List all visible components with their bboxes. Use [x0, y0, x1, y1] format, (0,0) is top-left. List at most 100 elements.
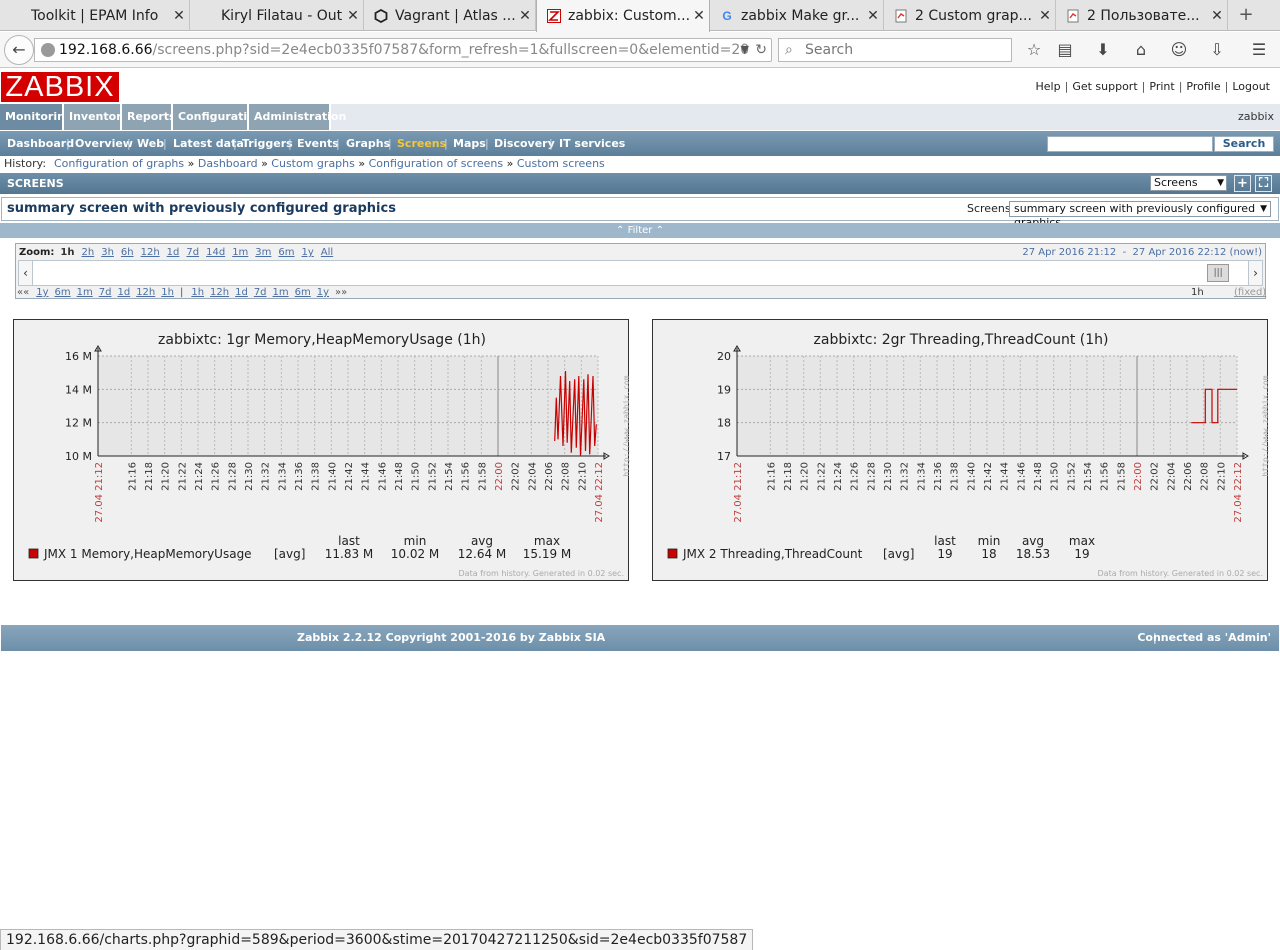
menu-configuration[interactable]: Configuration — [173, 104, 263, 130]
menu-administration[interactable]: Administration — [249, 104, 346, 130]
filter-toggle[interactable]: ⌃ Filter ⌃ — [0, 223, 1280, 238]
close-icon[interactable]: ✕ — [1207, 8, 1227, 24]
browser-tab[interactable]: Toolkit | EPAM Info ✕ — [0, 0, 190, 31]
menu-inventory[interactable]: Inventory — [64, 104, 129, 130]
zoom-option[interactable]: 14d — [206, 247, 225, 258]
submenu-screens[interactable]: Screens — [397, 131, 446, 156]
x-tick-label: 21:46 — [1016, 462, 1027, 491]
history-link[interactable]: Custom graphs — [271, 157, 355, 170]
navigate-forward[interactable]: 1h — [191, 287, 204, 298]
navigate-back[interactable]: 1y — [36, 287, 48, 298]
reading-list-icon[interactable]: ▤ — [1054, 40, 1076, 60]
zoom-option[interactable]: 3m — [255, 247, 271, 258]
browser-tab[interactable]: 2 Пользовате... ✕ — [1056, 0, 1228, 31]
home-icon[interactable]: ⌂ — [1130, 40, 1152, 60]
zoom-option[interactable]: 1d — [167, 247, 180, 258]
browser-tab[interactable]: Kiryl Filatau - Outl... ✕ — [190, 0, 364, 31]
help-link[interactable]: Help — [1036, 80, 1061, 93]
profile-link[interactable]: Profile — [1186, 80, 1220, 93]
navigate-forward[interactable]: 6m — [295, 287, 311, 298]
menu-monitoring[interactable]: Monitoring — [0, 104, 73, 130]
scroll-right-arrow-icon[interactable]: › — [1248, 261, 1262, 285]
history-link[interactable]: Dashboard — [198, 157, 258, 170]
zoom-option[interactable]: All — [321, 247, 333, 258]
fixed-toggle[interactable]: (fixed) — [1234, 287, 1266, 299]
scroll-thumb[interactable]: ||| — [1207, 264, 1230, 282]
navigate-forward[interactable]: 1d — [235, 287, 248, 298]
navigate-back[interactable]: 1h — [161, 287, 174, 298]
copyright: Zabbix 2.2.12 Copyright 2001-2016 by Zab… — [297, 631, 606, 644]
close-icon[interactable]: ✕ — [863, 8, 883, 24]
global-search-input[interactable] — [1047, 136, 1213, 152]
navigate-forward[interactable]: 1y — [317, 287, 329, 298]
zoom-option[interactable]: 3h — [101, 247, 114, 258]
zoom-option[interactable]: 1y — [302, 247, 314, 258]
back-arrow-icon[interactable]: ← — [4, 35, 34, 65]
navigate-back[interactable]: 7d — [99, 287, 112, 298]
fullscreen-icon[interactable]: ⛶ — [1255, 175, 1272, 192]
navigate-end[interactable]: »» — [335, 287, 347, 298]
navigate-forward[interactable]: 7d — [254, 287, 267, 298]
navigate-forward[interactable]: 12h — [210, 287, 229, 298]
print-link[interactable]: Print — [1149, 80, 1174, 93]
zoom-option[interactable]: 6m — [278, 247, 294, 258]
zoom-option[interactable]: 2h — [82, 247, 95, 258]
reload-icon[interactable]: ↻ — [755, 39, 767, 61]
browser-tab[interactable]: G zabbix Make gr... ✕ — [710, 0, 884, 31]
hamburger-menu-icon[interactable]: ☰ — [1248, 40, 1270, 60]
browser-tab[interactable]: 2 Custom grap... ✕ — [884, 0, 1056, 31]
navigate-start[interactable]: «« — [17, 287, 29, 298]
submenu-discovery[interactable]: Discovery — [494, 131, 555, 156]
submenu-dashboard[interactable]: Dashboard — [7, 131, 74, 156]
history-link[interactable]: Configuration of screens — [369, 157, 504, 170]
zoom-option[interactable]: 6h — [121, 247, 134, 258]
graph-panel[interactable]: zabbixtc: 2gr Threading,ThreadCount (1h)… — [652, 319, 1269, 581]
hashicorp-icon — [374, 8, 388, 23]
history-link[interactable]: Custom screens — [517, 157, 605, 170]
history-link[interactable]: Configuration of graphs — [54, 157, 184, 170]
navigate-back[interactable]: 1m — [77, 287, 93, 298]
download-icon[interactable]: ⬇ — [1092, 40, 1114, 60]
get-support-link[interactable]: Get support — [1072, 80, 1137, 93]
timeline-scrollbar[interactable]: ‹ ||| › — [18, 260, 1263, 286]
bookmark-star-icon[interactable]: ☆ — [1023, 40, 1045, 60]
zoom-option[interactable]: 7d — [186, 247, 199, 258]
x-tick-label: 21:18 — [783, 462, 794, 491]
close-icon[interactable]: ✕ — [515, 8, 535, 24]
close-icon[interactable]: ✕ — [1035, 8, 1055, 24]
browser-search-input[interactable]: ⌕ Search — [778, 38, 1012, 62]
add-icon[interactable]: + — [1234, 175, 1251, 192]
submenu-overview[interactable]: Overview — [75, 131, 133, 156]
chevron-down-icon[interactable]: ▼ — [741, 39, 749, 61]
new-tab-icon[interactable]: + — [1234, 4, 1258, 26]
logout-link[interactable]: Logout — [1232, 80, 1270, 93]
graph-panel[interactable]: zabbixtc: 1gr Memory,HeapMemoryUsage (1h… — [13, 319, 630, 581]
close-icon[interactable]: ✕ — [689, 8, 709, 24]
submenu-events[interactable]: Events — [297, 131, 339, 156]
submenu-graphs[interactable]: Graphs — [346, 131, 390, 156]
global-search-button[interactable]: Search — [1214, 136, 1274, 152]
submenu-it-services[interactable]: IT services — [559, 131, 625, 156]
smiley-icon[interactable]: ☺ — [1168, 40, 1190, 60]
navigate-back[interactable]: 1d — [117, 287, 130, 298]
submenu-web[interactable]: Web — [137, 131, 164, 156]
browser-tab-active[interactable]: zabbix: Custom... ✕ — [536, 0, 710, 32]
scroll-left-arrow-icon[interactable]: ‹ — [19, 261, 33, 285]
timeline-panel: Zoom: 1h 2h 3h 6h 12h 1d 7d 14d 1m 3m 6m 1y All 27 Ap… — [15, 243, 1266, 299]
screens-type-select[interactable]: Screens ▼ — [1150, 175, 1227, 191]
navigate-back[interactable]: 6m — [55, 287, 71, 298]
browser-tab[interactable]: Vagrant | Atlas ... ✕ — [364, 0, 536, 31]
navigate-back[interactable]: 12h — [136, 287, 155, 298]
navigate-forward[interactable]: 1m — [273, 287, 289, 298]
url-bar[interactable]: 192.168.6.66/screens.php?sid=2e4ecb0335f… — [34, 38, 772, 62]
screens-select[interactable]: summary screen with previously configure… — [1009, 201, 1271, 229]
close-icon[interactable]: ✕ — [169, 8, 189, 24]
close-icon[interactable]: ✕ — [343, 8, 363, 24]
submenu-maps[interactable]: Maps — [453, 131, 486, 156]
menu-reports[interactable]: Reports — [122, 104, 176, 130]
save-icon[interactable]: ⇩ — [1206, 40, 1228, 60]
submenu-triggers[interactable]: Triggers — [242, 131, 293, 156]
zoom-option[interactable]: 1m — [232, 247, 248, 258]
zoom-option[interactable]: 12h — [141, 247, 160, 258]
zoom-option[interactable]: 1h — [60, 247, 74, 258]
